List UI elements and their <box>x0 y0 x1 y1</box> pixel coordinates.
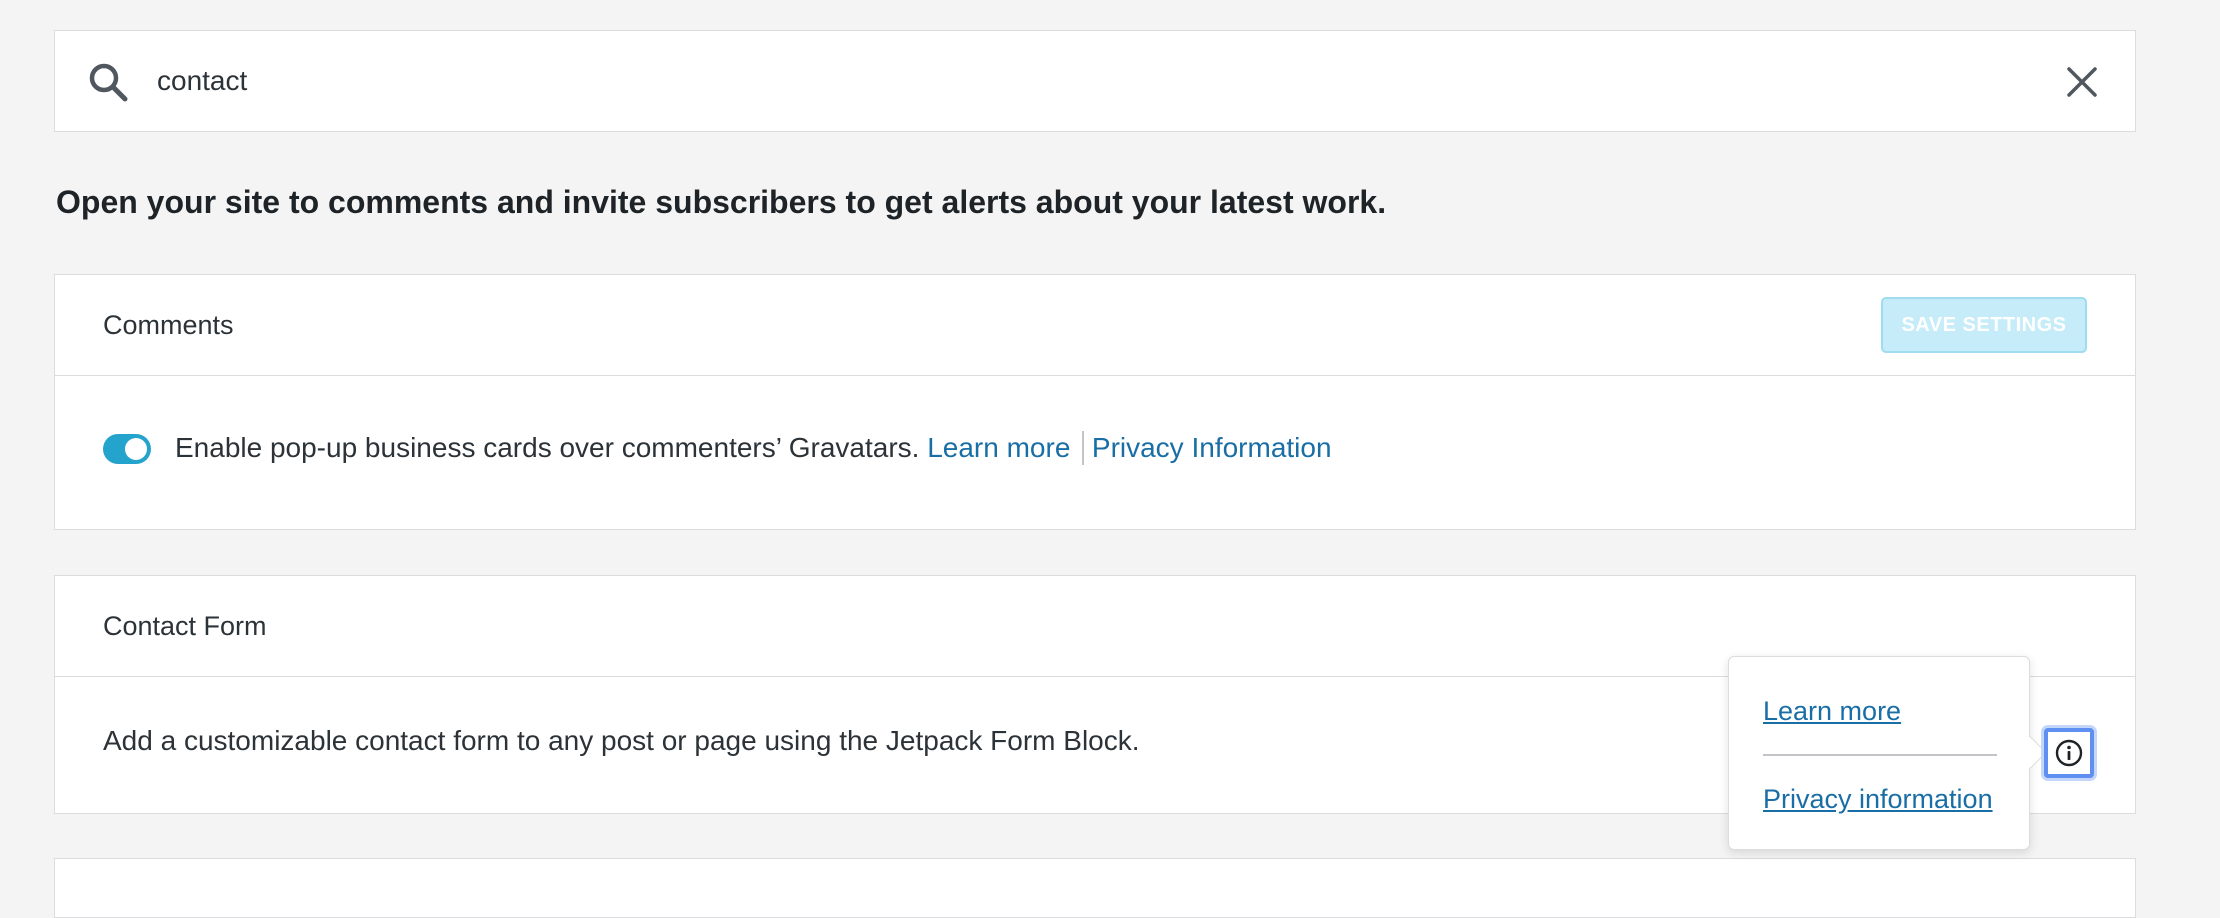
info-popover: Learn more Privacy information <box>1728 656 2047 850</box>
search-input[interactable] <box>155 53 1957 109</box>
gravatar-setting-row: Enable pop-up business cards over commen… <box>175 428 1332 468</box>
contact-form-description: Add a customizable contact form to any p… <box>103 725 1140 756</box>
info-icon <box>2055 739 2083 767</box>
popover-learn-more-link[interactable]: Learn more <box>1763 691 1901 731</box>
privacy-information-link[interactable]: Privacy Information <box>1092 432 1332 463</box>
learn-more-link[interactable]: Learn more <box>927 432 1070 463</box>
close-icon[interactable] <box>2063 63 2101 101</box>
save-settings-button[interactable]: SAVE SETTINGS <box>1881 297 2087 353</box>
search-icon <box>89 63 128 102</box>
link-separator <box>1082 430 1084 465</box>
popover-divider <box>1763 754 1997 756</box>
toggle-knob <box>125 438 147 460</box>
comments-card-header: Comments SAVE SETTINGS <box>55 275 2135 376</box>
contact-form-card-title: Contact Form <box>103 611 267 641</box>
section-intro: Open your site to comments and invite su… <box>56 184 1387 220</box>
search-bar <box>54 30 2136 132</box>
next-card <box>54 858 2136 918</box>
comments-card-title: Comments <box>103 310 234 340</box>
info-button[interactable] <box>2044 728 2094 778</box>
gravatar-cards-toggle[interactable] <box>103 434 151 464</box>
comments-card: Comments SAVE SETTINGS Enable pop-up bus… <box>54 274 2136 530</box>
gravatar-setting-label: Enable pop-up business cards over commen… <box>175 432 920 463</box>
popover-privacy-link[interactable]: Privacy information <box>1763 779 1993 819</box>
comments-card-body: Enable pop-up business cards over commen… <box>55 376 2135 529</box>
